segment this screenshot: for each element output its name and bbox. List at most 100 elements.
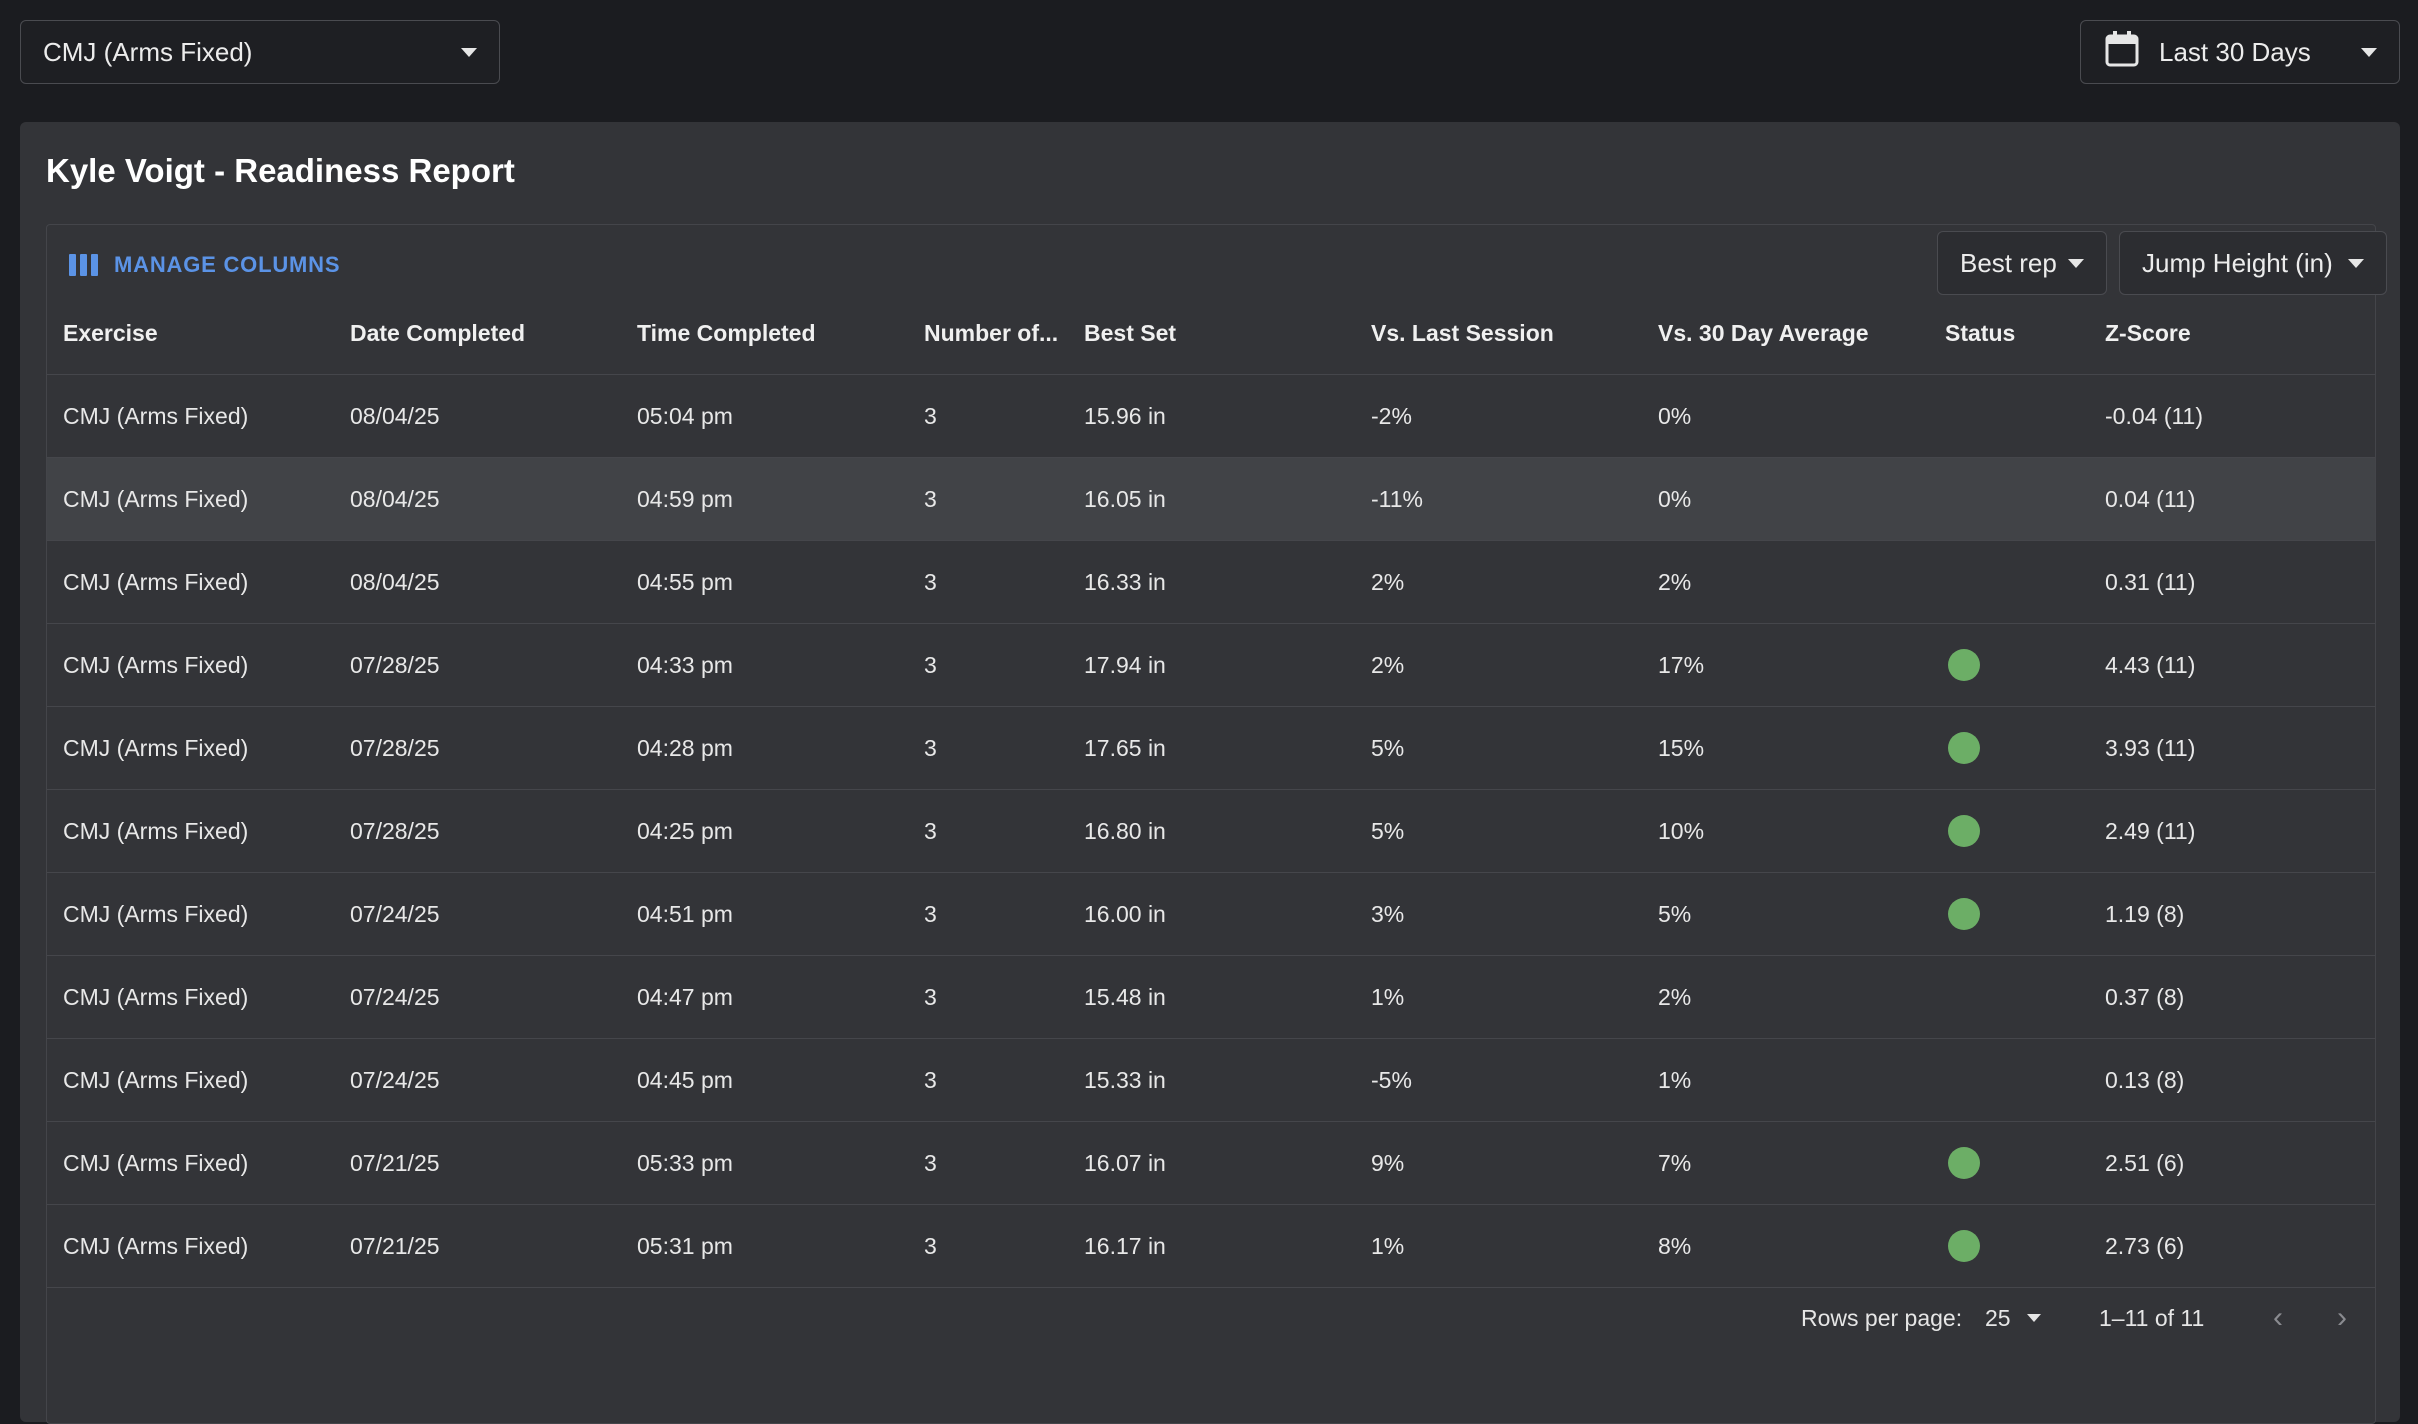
cell-z-score: 2.51 (6)	[2105, 1149, 2185, 1176]
cell-vs-avg: 15%	[1658, 734, 1705, 761]
cell-vs-avg: 10%	[1658, 817, 1705, 844]
cell-exercise: CMJ (Arms Fixed)	[63, 817, 249, 844]
date-range-select[interactable]: Last 30 Days	[2080, 20, 2400, 84]
cell-best-set: 16.00 in	[1084, 900, 1166, 927]
date-range-value: Last 30 Days	[2159, 36, 2311, 67]
cell-time: 05:33 pm	[637, 1149, 733, 1176]
cell-number: 3	[924, 734, 937, 761]
header-date-completed[interactable]: Date Completed	[350, 292, 525, 374]
status-ok-icon	[1948, 649, 1980, 681]
table-row[interactable]: CMJ (Arms Fixed) 08/04/25 04:59 pm 3 16.05 i…	[47, 458, 2375, 541]
cell-time: 04:33 pm	[637, 651, 733, 678]
cell-vs-avg: 17%	[1658, 651, 1705, 678]
cell-vs-avg: 2%	[1658, 568, 1692, 595]
cell-time: 04:51 pm	[637, 900, 733, 927]
table-row[interactable]: CMJ (Arms Fixed) 07/28/25 04:33 pm 3 17.94 i…	[47, 624, 2375, 707]
columns-icon	[69, 254, 98, 276]
cell-number: 3	[924, 983, 937, 1010]
readiness-report-card: Kyle Voigt - Readiness Report MANAGE COL…	[20, 122, 2400, 1424]
table-row[interactable]: CMJ (Arms Fixed) 07/24/25 04:45 pm 3 15.33 i…	[47, 1039, 2375, 1122]
cell-vs-last: -2%	[1371, 402, 1412, 429]
cell-exercise: CMJ (Arms Fixed)	[63, 900, 249, 927]
cell-vs-avg: 8%	[1658, 1232, 1692, 1259]
cell-vs-last: 9%	[1371, 1149, 1405, 1176]
header-status[interactable]: Status	[1945, 292, 2015, 374]
status-ok-icon	[1948, 898, 1980, 930]
header-time-completed[interactable]: Time Completed	[637, 292, 816, 374]
exercise-select[interactable]: CMJ (Arms Fixed)	[20, 20, 500, 84]
chevron-down-icon	[2026, 1314, 2041, 1322]
header-vs-last-session[interactable]: Vs. Last Session	[1371, 292, 1554, 374]
cell-date: 07/24/25	[350, 1066, 440, 1093]
cell-status	[1948, 790, 1980, 872]
cell-z-score: 1.19 (8)	[2105, 900, 2185, 927]
table-row[interactable]: CMJ (Arms Fixed) 07/28/25 04:25 pm 3 16.80 i…	[47, 790, 2375, 873]
cell-best-set: 16.07 in	[1084, 1149, 1166, 1176]
rows-per-page-label: Rows per page:	[1801, 1304, 1963, 1331]
cell-status	[1948, 873, 1980, 955]
status-ok-icon	[1948, 1147, 1980, 1179]
cell-number: 3	[924, 402, 937, 429]
cell-best-set: 16.33 in	[1084, 568, 1166, 595]
status-ok-icon	[1948, 815, 1980, 847]
cell-z-score: 0.37 (8)	[2105, 983, 2185, 1010]
rows-per-page-select[interactable]: 25	[1985, 1305, 2041, 1332]
cell-exercise: CMJ (Arms Fixed)	[63, 485, 249, 512]
pagination-bar: Rows per page: 25 1–11 of 11 ‹ ›	[47, 1276, 2375, 1360]
header-z-score[interactable]: Z-Score	[2105, 292, 2191, 374]
rep-mode-select[interactable]: Best rep	[1937, 231, 2107, 295]
table-row[interactable]: CMJ (Arms Fixed) 08/04/25 05:04 pm 3 15.96 i…	[47, 375, 2375, 458]
cell-best-set: 17.65 in	[1084, 734, 1166, 761]
metric-value: Jump Height (in)	[2142, 247, 2333, 278]
cell-vs-avg: 2%	[1658, 983, 1692, 1010]
cell-exercise: CMJ (Arms Fixed)	[63, 1149, 249, 1176]
cell-vs-avg: 0%	[1658, 402, 1692, 429]
table-row[interactable]: CMJ (Arms Fixed) 07/24/25 04:47 pm 3 15.48 i…	[47, 956, 2375, 1039]
manage-columns-button[interactable]: MANAGE COLUMNS	[69, 245, 340, 285]
cell-best-set: 15.96 in	[1084, 402, 1166, 429]
cell-time: 04:55 pm	[637, 568, 733, 595]
cell-z-score: 2.49 (11)	[2105, 817, 2196, 844]
cell-exercise: CMJ (Arms Fixed)	[63, 568, 249, 595]
cell-vs-last: 3%	[1371, 900, 1405, 927]
cell-z-score: -0.04 (11)	[2105, 402, 2204, 429]
cell-date: 07/28/25	[350, 651, 440, 678]
calendar-icon	[2105, 30, 2139, 74]
cell-date: 07/28/25	[350, 734, 440, 761]
cell-exercise: CMJ (Arms Fixed)	[63, 983, 249, 1010]
cell-date: 07/24/25	[350, 900, 440, 927]
header-number-of-sets[interactable]: Number of...	[924, 292, 1058, 374]
cell-z-score: 0.31 (11)	[2105, 568, 2196, 595]
header-vs-30-day-average[interactable]: Vs. 30 Day Average	[1658, 292, 1869, 374]
next-page-button[interactable]: ›	[2337, 1301, 2347, 1335]
cell-date: 07/28/25	[350, 817, 440, 844]
cell-exercise: CMJ (Arms Fixed)	[63, 402, 249, 429]
cell-number: 3	[924, 1066, 937, 1093]
cell-status	[1948, 624, 1980, 706]
cell-best-set: 16.17 in	[1084, 1232, 1166, 1259]
cell-exercise: CMJ (Arms Fixed)	[63, 734, 249, 761]
cell-status	[1948, 1205, 1980, 1287]
cell-time: 04:59 pm	[637, 485, 733, 512]
cell-date: 07/21/25	[350, 1149, 440, 1176]
header-exercise[interactable]: Exercise	[63, 292, 158, 374]
cell-z-score: 0.04 (11)	[2105, 485, 2196, 512]
table-header-row: Exercise Date Completed Time Completed Numb…	[47, 292, 2375, 375]
previous-page-button[interactable]: ‹	[2273, 1301, 2283, 1335]
cell-status	[1948, 1122, 1980, 1204]
chevron-down-icon	[461, 47, 477, 57]
table-row[interactable]: CMJ (Arms Fixed) 07/24/25 04:51 pm 3 16.00 i…	[47, 873, 2375, 956]
cell-z-score: 4.43 (11)	[2105, 651, 2196, 678]
table-row[interactable]: CMJ (Arms Fixed) 07/21/25 05:33 pm 3 16.07 i…	[47, 1122, 2375, 1205]
header-best-set[interactable]: Best Set	[1084, 292, 1176, 374]
cell-exercise: CMJ (Arms Fixed)	[63, 651, 249, 678]
cell-vs-last: 1%	[1371, 1232, 1405, 1259]
table-row[interactable]: CMJ (Arms Fixed) 08/04/25 04:55 pm 3 16.33 i…	[47, 541, 2375, 624]
cell-date: 07/21/25	[350, 1232, 440, 1259]
metric-select[interactable]: Jump Height (in)	[2119, 231, 2387, 295]
rep-mode-value: Best rep	[1960, 247, 2057, 278]
manage-columns-label: MANAGE COLUMNS	[114, 252, 341, 277]
cell-time: 04:28 pm	[637, 734, 733, 761]
table-row[interactable]: CMJ (Arms Fixed) 07/28/25 04:28 pm 3 17.65 i…	[47, 707, 2375, 790]
cell-time: 04:47 pm	[637, 983, 733, 1010]
